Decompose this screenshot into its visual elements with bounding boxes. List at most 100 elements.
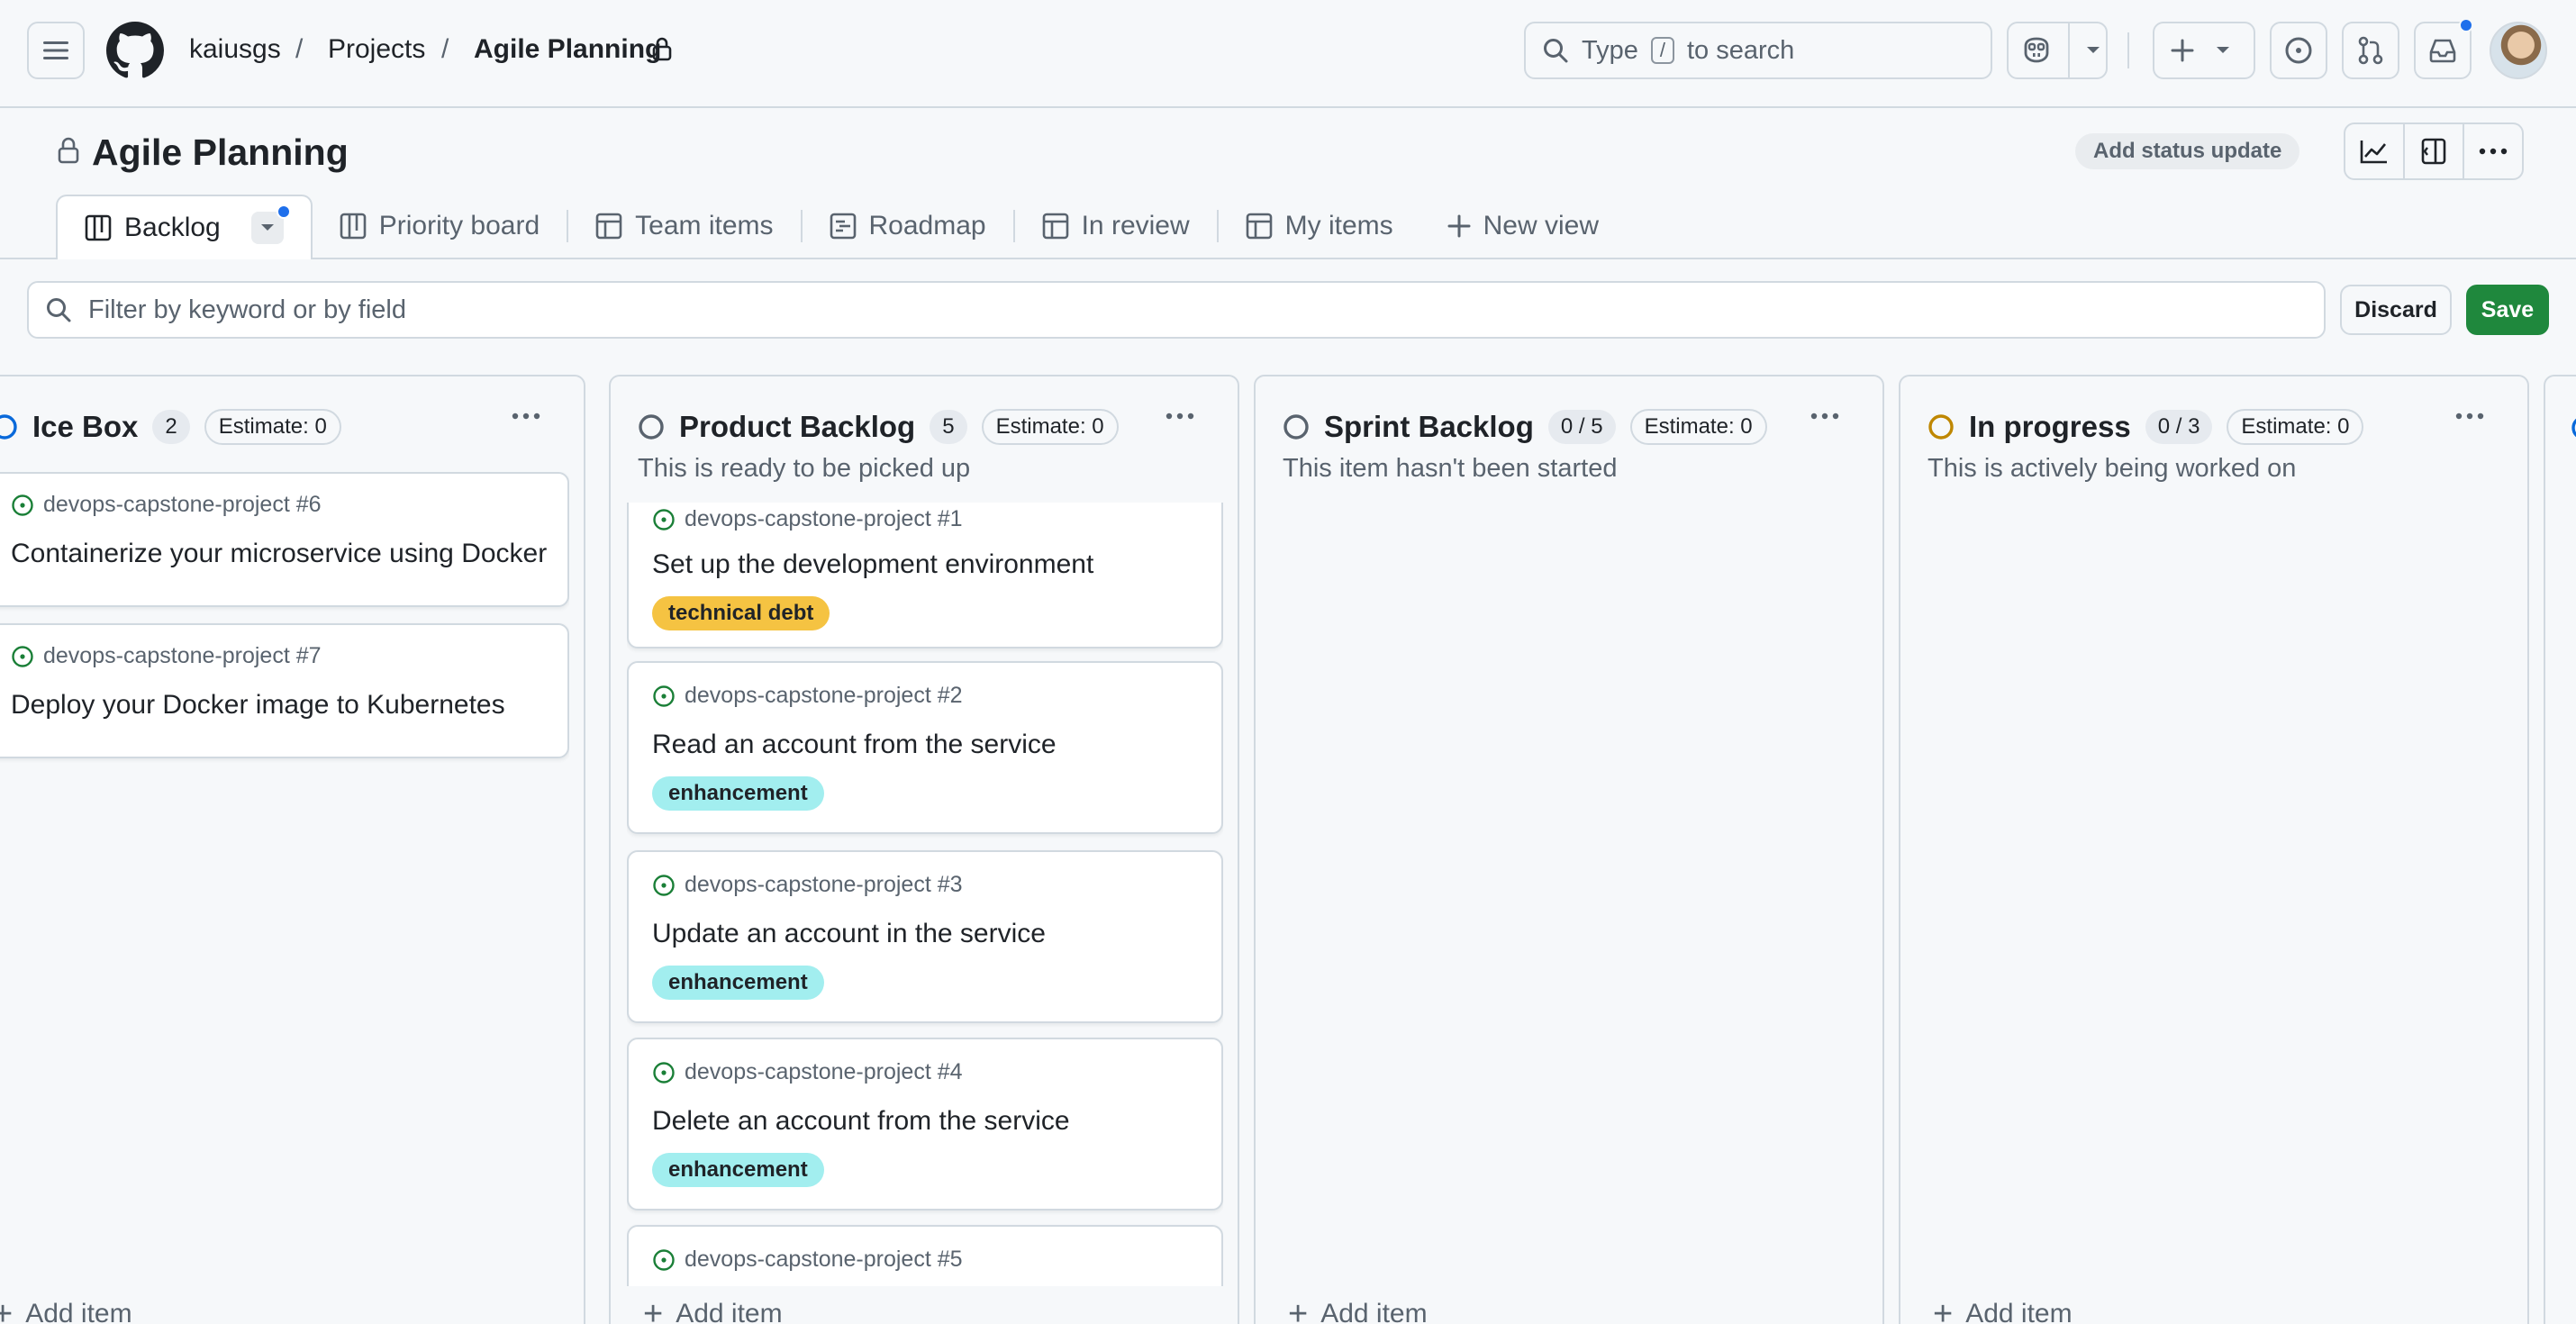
card-title[interactable]: Set up the development environment	[652, 549, 1093, 580]
column-header: In progress 0 / 3 Estimate: 0	[1927, 402, 2364, 452]
label-technical-debt[interactable]: technical debt	[652, 596, 830, 630]
tab-label: Backlog	[124, 213, 221, 242]
breadcrumb-owner[interactable]: kaiusgs	[189, 32, 281, 67]
label-enhancement[interactable]: enhancement	[652, 966, 824, 1000]
column-header: Product Backlog 5 Estimate: 0	[638, 402, 1119, 452]
unsaved-changes-dot	[276, 204, 291, 219]
column-menu-button[interactable]	[512, 413, 540, 420]
column-menu-button[interactable]	[2455, 413, 2484, 420]
add-item-button[interactable]: + Add item	[0, 1292, 132, 1324]
tab-priority-board[interactable]: Priority board	[313, 195, 567, 258]
tab-team-items[interactable]: Team items	[568, 195, 800, 258]
issue-opened-icon	[2285, 37, 2312, 64]
graph-icon	[2360, 141, 2387, 164]
plus-icon	[2171, 39, 2194, 62]
item-count: 5	[930, 410, 967, 444]
copilot-button[interactable]	[2007, 22, 2108, 79]
issue-card[interactable]: devops-capstone-project #1 Set up the de…	[627, 503, 1223, 648]
menu-button[interactable]	[27, 22, 85, 79]
card-repo-text[interactable]: devops-capstone-project #5	[685, 1247, 963, 1273]
card-title[interactable]: Containerize your microservice using Doc…	[11, 539, 547, 569]
column-product-backlog: Product Backlog 5 Estimate: 0 This is re…	[609, 375, 1239, 1324]
card-repo-text[interactable]: devops-capstone-project #7	[43, 643, 322, 669]
card-title[interactable]: Update an account in the service	[652, 919, 1046, 949]
issue-card[interactable]: devops-capstone-project #3 Update an acc…	[627, 850, 1223, 1023]
chevron-down-icon	[2217, 47, 2229, 53]
breadcrumb-projects[interactable]: Projects	[328, 32, 425, 67]
plus-icon: +	[1288, 1295, 1309, 1324]
column-menu-button[interactable]	[1166, 413, 1194, 420]
plus-icon	[1447, 214, 1471, 238]
view-options-button[interactable]	[250, 204, 291, 244]
discard-button[interactable]: Discard	[2340, 285, 2452, 335]
label-enhancement[interactable]: enhancement	[652, 776, 824, 811]
add-item-button[interactable]: + Add item	[1933, 1292, 2073, 1324]
pull-requests-button[interactable]	[2342, 22, 2399, 79]
column-description: This item hasn't been started	[1283, 454, 1618, 483]
create-new-button[interactable]	[2153, 22, 2255, 79]
issue-card[interactable]: devops-capstone-project #2 Read an accou…	[627, 661, 1223, 834]
global-header: kaiusgs / Projects / Agile Planning Type…	[0, 0, 2576, 108]
column-title: Sprint Backlog	[1324, 410, 1534, 443]
tab-label: Roadmap	[868, 211, 986, 240]
sidebar-expand-icon	[2421, 138, 2446, 165]
card-repo-text[interactable]: devops-capstone-project #1	[685, 506, 963, 532]
kebab-horizontal-icon	[512, 413, 540, 420]
issue-card[interactable]: devops-capstone-project #6 Containerize …	[0, 472, 569, 607]
card-repo-text[interactable]: devops-capstone-project #2	[685, 683, 963, 709]
card-title[interactable]: Read an account from the service	[652, 730, 1057, 760]
tab-backlog[interactable]: Backlog	[56, 195, 313, 259]
avatar[interactable]	[2490, 22, 2547, 79]
tab-in-review[interactable]: In review	[1015, 195, 1217, 258]
search-icon	[47, 298, 71, 322]
github-logo-icon[interactable]	[106, 22, 164, 79]
column-menu-button[interactable]	[1810, 413, 1839, 420]
kebab-horizontal-icon	[2479, 148, 2508, 155]
tab-my-items[interactable]: My items	[1219, 195, 1420, 258]
view-tabs: Backlog Priority board Team items Roadma…	[56, 195, 1626, 259]
card-repo-text[interactable]: devops-capstone-project #6	[43, 492, 322, 518]
search-shortcut-key: /	[1650, 37, 1674, 64]
status-circle-icon	[639, 414, 664, 440]
issue-card[interactable]: devops-capstone-project #5	[627, 1225, 1223, 1286]
sidebar-toggle-button[interactable]	[2403, 124, 2463, 178]
card-list: devops-capstone-project #6 Containerize …	[0, 472, 569, 1290]
issues-button[interactable]	[2270, 22, 2327, 79]
filter-input[interactable]: Filter by keyword or by field	[27, 281, 2326, 339]
pull-request-icon	[2358, 36, 2383, 65]
inbox-icon	[2429, 39, 2456, 63]
add-item-button[interactable]: + Add item	[1288, 1292, 1428, 1324]
card-repo: devops-capstone-project #7	[11, 643, 322, 669]
tab-label: My items	[1284, 211, 1393, 240]
tab-roadmap[interactable]: Roadmap	[803, 195, 1013, 258]
tab-label: In review	[1081, 211, 1190, 240]
card-title[interactable]: Delete an account from the service	[652, 1106, 1070, 1137]
label-enhancement[interactable]: enhancement	[652, 1153, 824, 1187]
save-button[interactable]: Save	[2466, 285, 2549, 335]
add-item-button[interactable]: + Add item	[643, 1292, 783, 1324]
insights-button[interactable]	[2345, 124, 2403, 178]
breadcrumb-project[interactable]: Agile Planning	[474, 32, 661, 67]
column-header: Ice Box 2 Estimate: 0	[0, 402, 341, 452]
new-view-button[interactable]: New view	[1420, 195, 1626, 258]
add-status-update-button[interactable]: Add status update	[2075, 133, 2300, 169]
estimate-badge: Estimate: 0	[1629, 409, 1767, 445]
card-repo-text[interactable]: devops-capstone-project #4	[685, 1059, 963, 1085]
page-title: Agile Planning	[92, 131, 349, 173]
issue-card[interactable]: devops-capstone-project #4 Delete an acc…	[627, 1038, 1223, 1211]
chevron-down-icon[interactable]	[2086, 46, 2100, 55]
issue-opened-icon	[653, 1061, 675, 1084]
card-repo-text[interactable]: devops-capstone-project #3	[685, 872, 963, 898]
table-icon	[1042, 213, 1068, 240]
global-search[interactable]: Type / to search	[1524, 22, 1992, 79]
card-title[interactable]: Deploy your Docker image to Kubernetes	[11, 690, 505, 721]
kebab-horizontal-icon	[1166, 413, 1194, 420]
tabs-underline	[0, 258, 2576, 259]
project-more-button[interactable]	[2463, 124, 2522, 178]
issue-card[interactable]: devops-capstone-project #7 Deploy your D…	[0, 623, 569, 758]
estimate-badge: Estimate: 0	[981, 409, 1119, 445]
board-icon	[85, 214, 112, 241]
table-icon	[595, 213, 622, 240]
column-title: Ice Box	[32, 410, 139, 443]
card-repo: devops-capstone-project #6	[11, 492, 322, 518]
